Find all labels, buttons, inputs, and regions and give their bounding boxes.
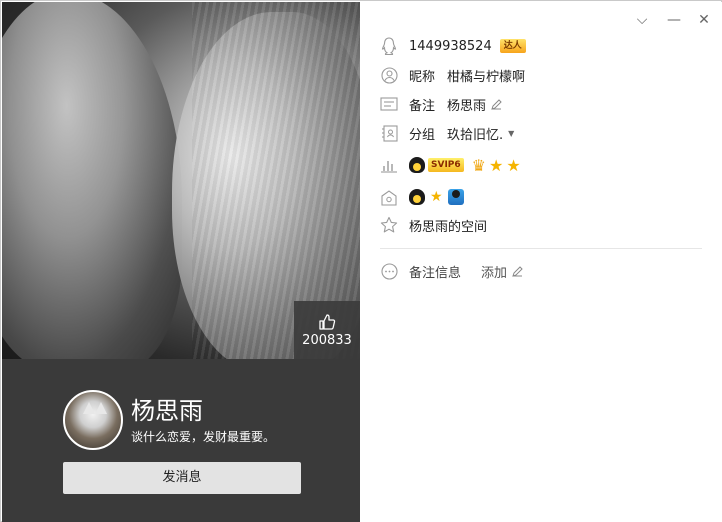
avatar[interactable] bbox=[63, 390, 123, 450]
swimming-penguin-icon[interactable] bbox=[447, 189, 464, 205]
like-count: 200833 bbox=[302, 333, 352, 348]
qq-number: 1449938524 bbox=[409, 38, 492, 54]
divider bbox=[380, 248, 702, 249]
note-info-row: 备注信息 添加 bbox=[380, 260, 524, 282]
star-outline-icon bbox=[380, 216, 398, 234]
add-note-link[interactable]: 添加 bbox=[481, 262, 507, 281]
thumb-up-icon bbox=[319, 314, 336, 330]
profile-cover-panel: 200833 杨思雨 谈什么恋爱，发财最重要。 发消息 bbox=[2, 2, 360, 522]
cover-photo-figure-left bbox=[2, 2, 182, 359]
group-icon bbox=[380, 124, 398, 142]
vip-house-icon bbox=[380, 188, 398, 206]
privilege-row: ★ bbox=[380, 186, 464, 208]
remark-row: 备注 杨思雨 bbox=[380, 93, 503, 115]
remark-value[interactable]: 杨思雨 bbox=[447, 95, 486, 114]
like-button[interactable]: 200833 bbox=[294, 301, 360, 359]
collapse-chevron-button[interactable]: ⌵ bbox=[634, 12, 650, 28]
avatar-detail bbox=[83, 402, 95, 414]
group-row: 分组 玖拾旧忆. ▼ bbox=[380, 122, 514, 144]
dropdown-caret-icon[interactable]: ▼ bbox=[508, 129, 514, 138]
signature-text: 谈什么恋爱，发财最重要。 bbox=[131, 430, 276, 444]
talent-badge[interactable]: 达人 bbox=[499, 39, 526, 53]
space-link[interactable]: 杨思雨的空间 bbox=[409, 216, 487, 235]
minimize-button[interactable]: — bbox=[666, 12, 682, 28]
profile-card-window: 200833 杨思雨 谈什么恋爱，发财最重要。 发消息 ⌵ — ✕ 144993… bbox=[0, 0, 722, 522]
group-value[interactable]: 玖拾旧忆. bbox=[447, 124, 503, 143]
level-row: SVIP6 ♛ ★ ★ bbox=[380, 154, 521, 176]
pencil-icon[interactable] bbox=[490, 98, 503, 111]
star-icon[interactable]: ★ bbox=[489, 156, 503, 175]
pencil-icon[interactable] bbox=[511, 265, 524, 278]
remark-label: 备注 bbox=[409, 98, 436, 114]
avatar-detail bbox=[95, 402, 107, 414]
qq-number-row: 1449938524 达人 bbox=[380, 35, 526, 57]
qq-penguin-icon bbox=[380, 37, 398, 55]
crown-icon[interactable]: ♛ bbox=[472, 156, 486, 175]
close-button[interactable]: ✕ bbox=[696, 12, 712, 28]
send-message-button[interactable]: 发消息 bbox=[63, 462, 301, 494]
nickname-value: 柑橘与柠檬啊 bbox=[447, 69, 526, 85]
star-icon[interactable]: ★ bbox=[506, 156, 520, 175]
user-circle-icon bbox=[380, 66, 398, 84]
profile-info-panel: ⌵ — ✕ 1449938524 达人 昵称 柑橘与柠檬啊 备注 杨思雨 分组 … bbox=[360, 2, 722, 522]
id-card-icon bbox=[380, 95, 398, 113]
qq-penguin-badge-icon[interactable] bbox=[409, 157, 425, 173]
star-icon[interactable]: ★ bbox=[430, 189, 443, 205]
space-row: 杨思雨的空间 bbox=[380, 214, 487, 236]
nickname-row: 昵称 柑橘与柠檬啊 bbox=[380, 64, 525, 86]
note-info-label: 备注信息 bbox=[409, 265, 462, 281]
more-circle-icon bbox=[380, 262, 398, 280]
group-label: 分组 bbox=[409, 127, 436, 143]
qq-penguin-badge-icon[interactable] bbox=[409, 189, 425, 205]
svip-badge[interactable]: SVIP6 bbox=[428, 158, 464, 172]
nickname-label: 昵称 bbox=[409, 69, 436, 85]
display-name: 杨思雨 bbox=[131, 397, 203, 425]
level-chart-icon bbox=[380, 156, 398, 174]
